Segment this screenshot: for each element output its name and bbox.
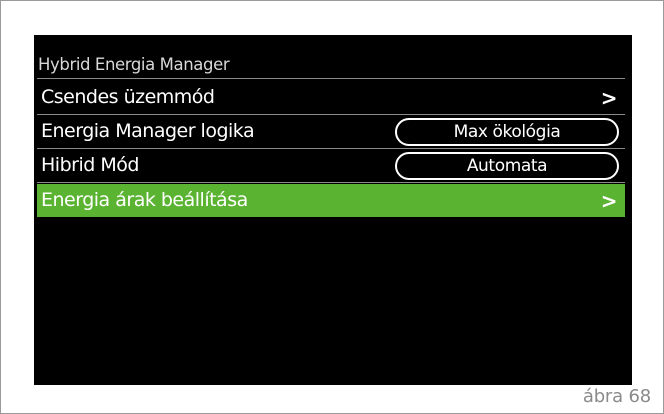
figure-caption: ábra 68 (582, 386, 651, 407)
menu-item-label: Energia Manager logika (41, 120, 255, 142)
menu-item-label: Csendes üzemmód (41, 86, 215, 108)
value-selector[interactable]: Max ökológia (395, 118, 619, 146)
device-screen: Hybrid Energia Manager Csendes üzemmód >… (34, 35, 632, 385)
value-selector[interactable]: Automata (395, 152, 619, 180)
chevron-right-icon: > (600, 86, 618, 110)
menu-item-label: Energia árak beállítása (41, 189, 248, 211)
chevron-right-icon: > (600, 189, 618, 213)
menu-item-energy-prices[interactable]: Energia árak beállítása > (37, 184, 625, 217)
figure-frame: Hybrid Energia Manager Csendes üzemmód >… (0, 0, 664, 414)
menu-item-energy-manager-logic[interactable]: Energia Manager logika Max ökológia (37, 115, 625, 149)
menu-item-hybrid-mode[interactable]: Hibrid Mód Automata (37, 149, 625, 183)
menu-title: Hybrid Energia Manager (37, 51, 625, 79)
menu-item-label: Hibrid Mód (41, 154, 139, 176)
menu-item-quiet-mode[interactable]: Csendes üzemmód > (37, 81, 625, 115)
